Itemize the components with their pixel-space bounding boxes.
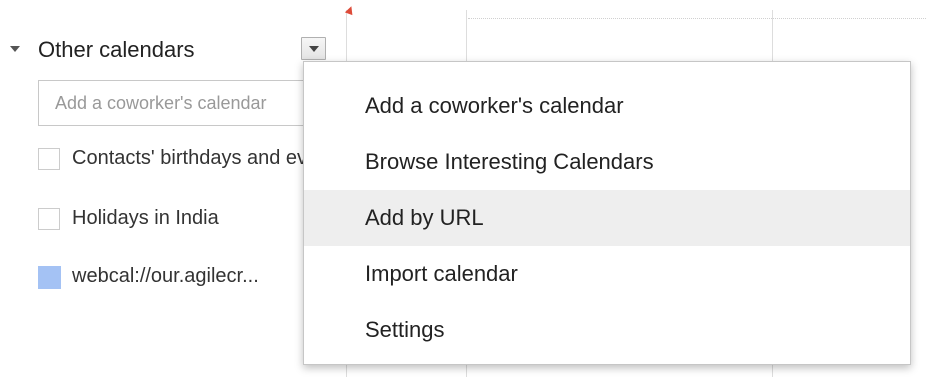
calendar-label: Holidays in India (72, 207, 219, 229)
collapse-arrow-icon[interactable] (10, 46, 20, 52)
calendar-label: Contacts' birthdays and events (72, 147, 308, 169)
menu-item-settings[interactable]: Settings (304, 302, 910, 358)
calendar-list-item[interactable]: Contacts' birthdays and events (38, 144, 308, 174)
calendar-label: webcal://our.agilecr... (72, 265, 259, 287)
other-calendars-dropdown-button[interactable] (301, 37, 326, 60)
calendar-checkbox[interactable] (38, 148, 60, 170)
chevron-down-icon (309, 46, 319, 52)
section-title[interactable]: Other calendars (38, 37, 195, 63)
grid-row-line (468, 18, 926, 19)
calendar-checkbox[interactable] (38, 208, 60, 230)
menu-item-browse-calendars[interactable]: Browse Interesting Calendars (304, 134, 910, 190)
calendar-color-swatch[interactable] (38, 266, 61, 289)
calendar-list-item[interactable]: Holidays in India (38, 204, 308, 234)
add-coworker-input[interactable] (38, 80, 308, 126)
menu-item-import-calendar[interactable]: Import calendar (304, 246, 910, 302)
other-calendars-header: Other calendars (10, 34, 340, 66)
menu-item-add-by-url[interactable]: Add by URL (304, 190, 910, 246)
calendar-list-item[interactable]: webcal://our.agilecr... (38, 262, 308, 292)
other-calendars-menu: Add a coworker's calendar Browse Interes… (303, 61, 911, 365)
menu-item-add-coworker[interactable]: Add a coworker's calendar (304, 78, 910, 134)
